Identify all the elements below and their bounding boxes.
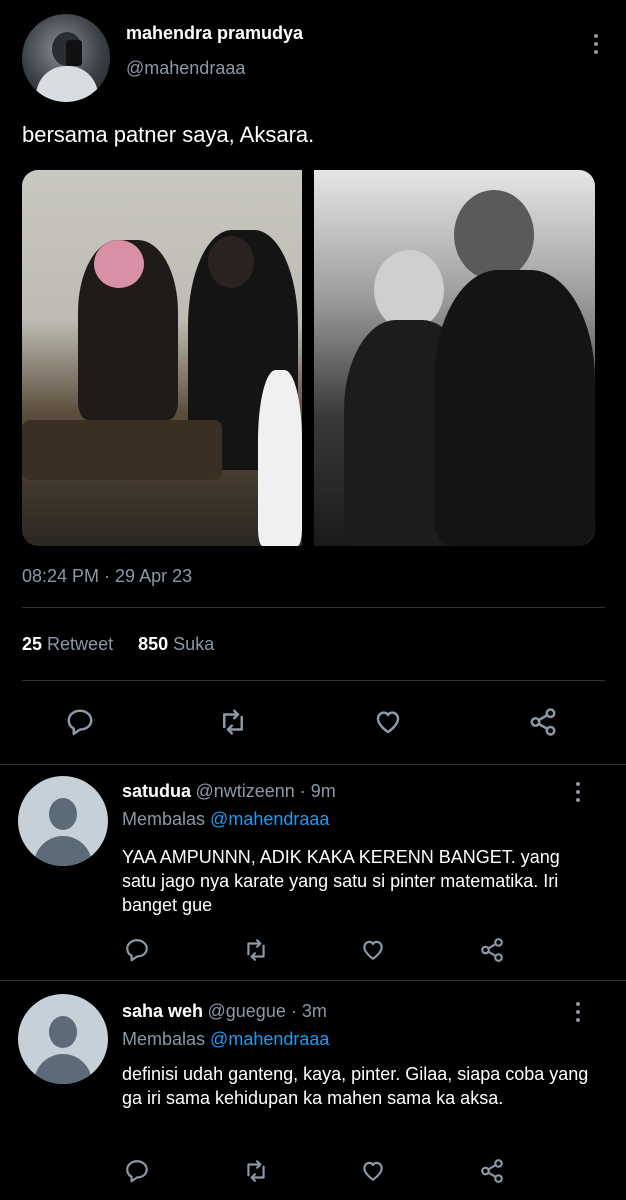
author-avatar[interactable] [22,14,110,102]
tweet-text: bersama patner saya, Aksara. [22,122,315,147]
reply-header: saha weh @guegue · 3m [122,1001,327,1022]
replying-prefix: Membalas [122,809,206,829]
share-icon[interactable] [479,937,509,967]
author-name[interactable]: mahendra pramudya [126,23,303,44]
retweet-icon[interactable] [243,937,273,967]
reply-author-name[interactable]: saha weh [122,1001,203,1021]
like-icon[interactable] [360,937,390,967]
reply-meta: @nwtizeenn · 9m [195,781,336,801]
like-icon[interactable] [373,707,403,737]
more-icon[interactable] [576,1002,582,1026]
divider [22,680,605,681]
tweet-timestamp: 08:24 PM · 29 Apr 23 [22,566,193,586]
retweet-count[interactable]: 25 [22,634,42,654]
retweet-label[interactable]: Retweet [47,634,113,654]
tweet-photo-1[interactable] [22,170,302,546]
retweet-icon[interactable] [218,707,248,737]
reply-icon[interactable] [65,707,95,737]
reply-icon[interactable] [124,937,154,967]
tweet-stats: 25 Retweet 850 Suka [22,634,214,655]
divider [0,980,626,981]
like-label[interactable]: Suka [173,634,214,654]
author-handle[interactable]: @mahendraaa [126,58,245,79]
more-icon[interactable] [594,34,600,58]
share-icon[interactable] [528,707,558,737]
tweet-photo-2[interactable] [314,170,595,546]
retweet-icon[interactable] [243,1158,273,1188]
reply-avatar[interactable] [18,776,108,866]
like-icon[interactable] [360,1158,390,1188]
replying-to: Membalas @mahendraaa [122,809,329,830]
divider [22,607,605,608]
mention-link[interactable]: @mahendraaa [210,1029,329,1049]
replying-to: Membalas @mahendraaa [122,1029,329,1050]
reply-text: definisi udah ganteng, kaya, pinter. Gil… [122,1064,589,1108]
divider [0,764,626,765]
like-count[interactable]: 850 [138,634,168,654]
reply-header: satudua @nwtizeenn · 9m [122,781,336,802]
reply-icon[interactable] [124,1158,154,1188]
reply-avatar[interactable] [18,994,108,1084]
mention-link[interactable]: @mahendraaa [210,809,329,829]
more-icon[interactable] [576,782,582,806]
reply-text: YAA AMPUNNN, ADIK KAKA KERENN BANGET. ya… [122,847,560,915]
replying-prefix: Membalas [122,1029,206,1049]
reply-author-name[interactable]: satudua [122,781,191,801]
reply-meta: @guegue · 3m [207,1001,327,1021]
share-icon[interactable] [479,1158,509,1188]
